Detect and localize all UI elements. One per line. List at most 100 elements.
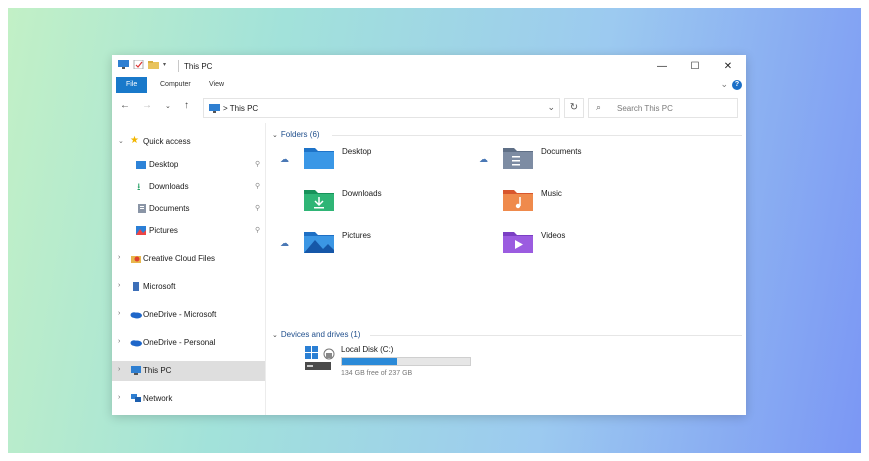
address-row: ← → ⌄ ↑ > This PC ⌄ ↻ ⌕ Search This PC	[112, 96, 746, 120]
sidebar-item-desktop[interactable]: Desktop ⚲	[112, 155, 265, 175]
forward-button[interactable]: →	[142, 100, 152, 111]
expand-ribbon-icon[interactable]: ⌄	[720, 79, 728, 90]
sidebar-item-creative-cloud-files[interactable]: › Creative Cloud Files	[112, 249, 265, 269]
microsoft-icon	[133, 282, 139, 291]
address-bar[interactable]: > This PC ⌄	[203, 98, 560, 118]
search-box[interactable]: ⌕ Search This PC	[588, 98, 738, 118]
folder-label: Pictures	[342, 231, 371, 240]
sidebar-item-downloads[interactable]: ⭳ Downloads ⚲	[112, 177, 265, 197]
sidebar-item-microsoft[interactable]: › Microsoft	[112, 277, 265, 297]
onedrive-icon	[130, 312, 142, 319]
drive-usage-fill	[342, 358, 398, 365]
this-pc-icon	[118, 60, 129, 69]
up-button[interactable]: ↑	[184, 100, 189, 111]
music-folder-icon	[503, 190, 533, 211]
folder-pictures[interactable]: ☁ Pictures	[270, 227, 470, 261]
sidebar-item-label: Pictures	[149, 226, 178, 235]
pin-icon[interactable]: ⚲	[255, 160, 260, 168]
folder-label: Downloads	[342, 189, 382, 198]
minimize-button[interactable]: —	[647, 57, 677, 75]
tab-view[interactable]: View	[200, 77, 233, 93]
refresh-button[interactable]: ↻	[564, 98, 584, 118]
folder-videos[interactable]: Videos	[469, 227, 669, 261]
videos-folder-icon	[503, 232, 533, 253]
folder-label: Music	[541, 189, 562, 198]
customize-dropdown-icon[interactable]: ▾	[163, 61, 166, 68]
sidebar-item-onedrive-microsoft[interactable]: › OneDrive - Microsoft	[112, 305, 265, 325]
this-pc-icon	[131, 366, 141, 375]
folders-group-header[interactable]: ⌄ Folders (6)	[272, 130, 320, 139]
breadcrumb[interactable]: > This PC	[223, 104, 258, 113]
tab-computer[interactable]: Computer	[151, 77, 200, 93]
file-explorer-window: ▾ This PC — ☐ ✕ File Computer View ⌄ ? ←…	[112, 55, 746, 415]
chevron-right-icon[interactable]: ›	[118, 254, 120, 261]
address-dropdown-icon[interactable]: ⌄	[547, 102, 555, 113]
cloud-status-icon: ☁	[479, 154, 488, 164]
network-icon	[131, 394, 141, 402]
back-button[interactable]: ←	[120, 100, 130, 111]
sidebar-item-network[interactable]: › Network	[112, 389, 265, 409]
chevron-right-icon[interactable]: ›	[118, 338, 120, 345]
cloud-status-icon: ☁	[280, 238, 289, 248]
drive-local-disk-c[interactable]: Local Disk (C:) 134 GB free of 237 GB	[270, 345, 490, 385]
folder-label: Documents	[541, 147, 582, 156]
chevron-right-icon[interactable]: ›	[118, 366, 120, 373]
creative-cloud-icon	[131, 256, 141, 263]
recent-locations-icon[interactable]: ⌄	[165, 102, 171, 110]
title-separator	[178, 60, 179, 72]
maximize-button[interactable]: ☐	[680, 57, 710, 75]
star-icon: ★	[130, 135, 139, 146]
chevron-down-icon[interactable]: ⌄	[272, 332, 278, 339]
group-divider	[370, 335, 742, 336]
drive-usage-bar	[341, 357, 471, 366]
folder-documents[interactable]: ☁ Documents	[469, 143, 669, 177]
pin-icon[interactable]: ⚲	[255, 182, 260, 190]
devices-group-header[interactable]: ⌄ Devices and drives (1)	[272, 330, 360, 339]
sidebar-item-pictures[interactable]: Pictures ⚲	[112, 221, 265, 241]
this-pc-icon	[209, 104, 220, 113]
sidebar-item-label: Creative Cloud Files	[143, 254, 216, 263]
search-icon: ⌕	[596, 102, 602, 112]
sidebar-item-this-pc[interactable]: › This PC	[112, 361, 265, 381]
ribbon-tabs: File Computer View ⌄ ?	[112, 77, 746, 93]
chevron-right-icon[interactable]: ›	[118, 310, 120, 317]
folders-group-label: Folders (6)	[280, 130, 320, 139]
documents-folder-icon	[503, 148, 533, 169]
sidebar-item-label: OneDrive - Microsoft	[143, 310, 217, 319]
hard-drive-icon	[305, 346, 335, 370]
sidebar-item-label: Desktop	[149, 160, 179, 169]
pictures-icon	[136, 226, 146, 235]
breadcrumb-separator: >	[223, 104, 228, 113]
sidebar-item-label: Quick access	[143, 137, 191, 146]
folder-music[interactable]: Music	[469, 185, 669, 219]
chevron-down-icon[interactable]: ⌄	[118, 137, 124, 145]
sidebar-item-documents[interactable]: Documents ⚲	[112, 199, 265, 219]
sidebar-item-onedrive-personal[interactable]: › OneDrive - Personal	[112, 333, 265, 353]
new-folder-icon[interactable]	[148, 60, 159, 69]
chevron-right-icon[interactable]: ›	[118, 394, 120, 401]
folder-label: Videos	[541, 231, 566, 240]
desktop-folder-icon	[304, 148, 334, 169]
pictures-folder-icon	[304, 232, 334, 253]
chevron-right-icon[interactable]: ›	[118, 282, 120, 289]
sidebar-item-quick-access[interactable]: ⌄ ★ Quick access	[112, 132, 265, 152]
breadcrumb-this-pc: This PC	[229, 104, 259, 113]
close-button[interactable]: ✕	[713, 57, 743, 75]
sidebar-item-label: Network	[143, 394, 173, 403]
sidebar-item-label: Downloads	[149, 182, 189, 191]
pin-icon[interactable]: ⚲	[255, 204, 260, 212]
tab-file[interactable]: File	[116, 77, 148, 93]
folder-desktop[interactable]: ☁ Desktop	[270, 143, 470, 177]
group-divider	[332, 135, 742, 136]
documents-icon	[138, 204, 146, 213]
pin-icon[interactable]: ⚲	[255, 226, 260, 234]
chevron-down-icon[interactable]: ⌄	[272, 132, 278, 139]
downloads-icon: ⭳	[137, 182, 141, 193]
help-icon[interactable]: ?	[732, 80, 742, 90]
quick-access-toolbar: ▾	[118, 60, 166, 69]
folder-label: Desktop	[342, 147, 372, 156]
folder-downloads[interactable]: Downloads	[270, 185, 470, 219]
properties-icon[interactable]	[133, 60, 144, 69]
navigation-pane: ⌄ ★ Quick access Desktop ⚲ ⭳ Downloads ⚲…	[112, 123, 266, 415]
desktop-folder-icon	[136, 161, 146, 169]
